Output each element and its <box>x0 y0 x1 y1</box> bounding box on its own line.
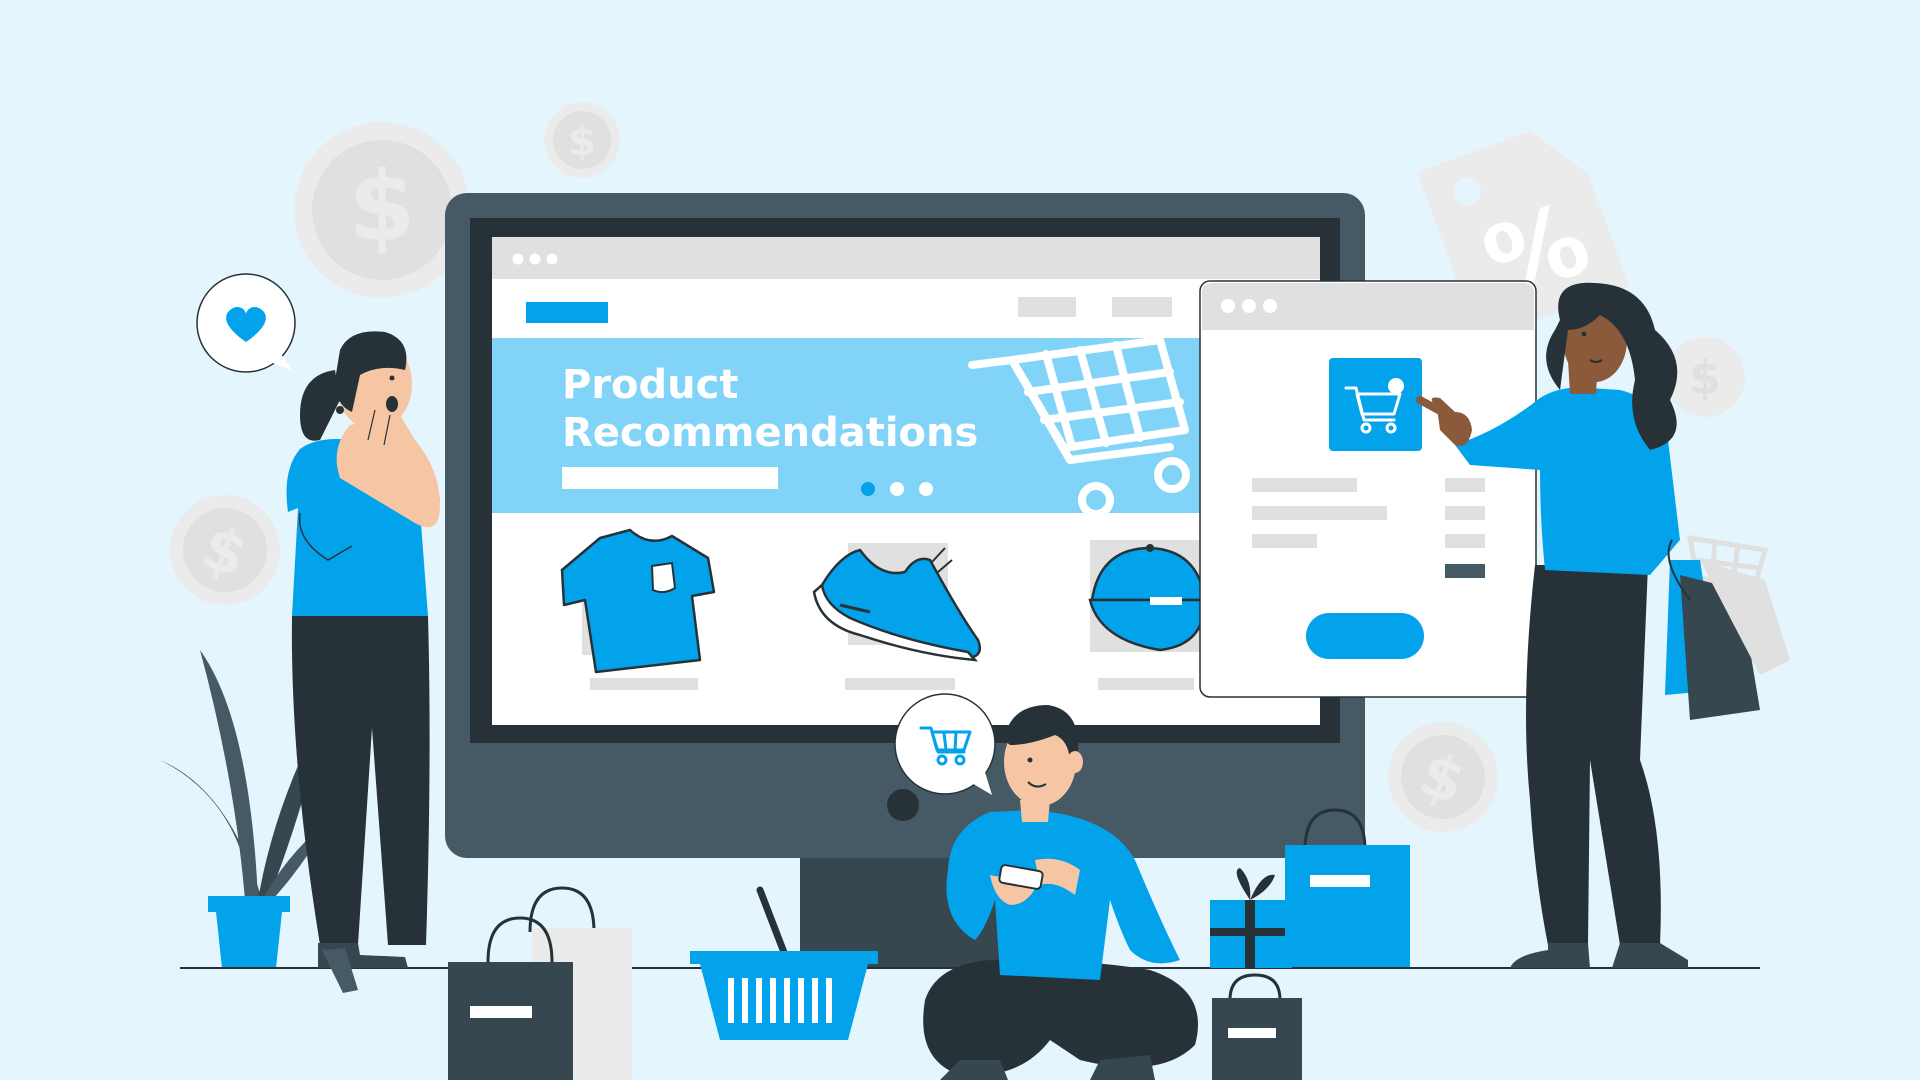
product-name-placeholder <box>1098 678 1194 690</box>
gift-box <box>1210 868 1292 968</box>
plant-pot-rim <box>208 896 290 912</box>
detail-line-2 <box>1252 506 1387 520</box>
woman-surprised <box>286 331 440 993</box>
monitor-camera <box>887 789 919 821</box>
earring <box>336 406 344 414</box>
cart-badge <box>1388 378 1404 394</box>
popup-window-dot-2 <box>1242 299 1256 313</box>
ear <box>1067 751 1083 773</box>
site-logo-placeholder <box>526 302 608 323</box>
popup-window-dot-3 <box>1263 299 1277 313</box>
window-dot-1 <box>512 253 524 265</box>
detail-value-4 <box>1445 564 1485 578</box>
window-dot-2 <box>529 253 541 265</box>
shoe <box>1612 943 1688 968</box>
dollar-sign: $ <box>349 151 416 263</box>
product-detail-popup <box>1199 280 1537 698</box>
coin-large-dollar: $ <box>294 122 470 298</box>
carousel-dot[interactable] <box>890 482 904 496</box>
add-to-cart-tile[interactable] <box>1329 358 1422 451</box>
coin-left-dollar: $ <box>170 495 280 605</box>
banner-title-line-1: Product <box>562 362 738 408</box>
detail-value-2 <box>1445 506 1485 520</box>
banner-subtitle-bar <box>562 467 778 489</box>
detail-value-3 <box>1445 534 1485 548</box>
dollar-sign: $ <box>1689 351 1721 405</box>
buy-button[interactable] <box>1306 613 1424 659</box>
dollar-sign: $ <box>568 119 596 165</box>
pants <box>1526 565 1661 945</box>
detail-value-1 <box>1445 478 1485 492</box>
detail-line-3 <box>1252 534 1317 548</box>
shopping-bag-front-left <box>448 886 632 1080</box>
cap-patch <box>1150 597 1182 605</box>
banner-title-line-2: Recommendations <box>562 410 978 456</box>
carousel-dot[interactable] <box>919 482 933 496</box>
nav-link-placeholder-1 <box>1018 297 1076 317</box>
product-recommendations-illustration: $ $ $ $ $ % Product Recommendations <box>160 102 1790 1080</box>
browser-title-bar <box>492 237 1320 279</box>
popup-window-dot-1 <box>1221 299 1235 313</box>
detail-line-1 <box>1252 478 1357 492</box>
coin-right-dollar: $ <box>1388 722 1498 832</box>
open-mouth <box>386 396 398 412</box>
shoe <box>1510 943 1590 968</box>
product-name-placeholder <box>845 678 955 690</box>
carousel-dots[interactable] <box>861 482 933 496</box>
product-name-placeholder <box>590 678 698 690</box>
browser-window: Product Recommendations <box>492 237 1320 725</box>
nav-link-placeholder-2 <box>1112 297 1172 317</box>
carousel-dot[interactable] <box>861 482 875 496</box>
plant-pot <box>216 912 282 968</box>
pants <box>291 616 430 945</box>
coin-small-dollar: $ <box>544 102 620 178</box>
window-dot-3 <box>546 253 558 265</box>
ponytail <box>300 370 340 441</box>
shopping-bags-held <box>1665 539 1790 720</box>
cart-tile-bg <box>1329 358 1422 451</box>
speech-bubble-heart <box>196 273 296 373</box>
speech-bubble-cart <box>894 693 996 795</box>
